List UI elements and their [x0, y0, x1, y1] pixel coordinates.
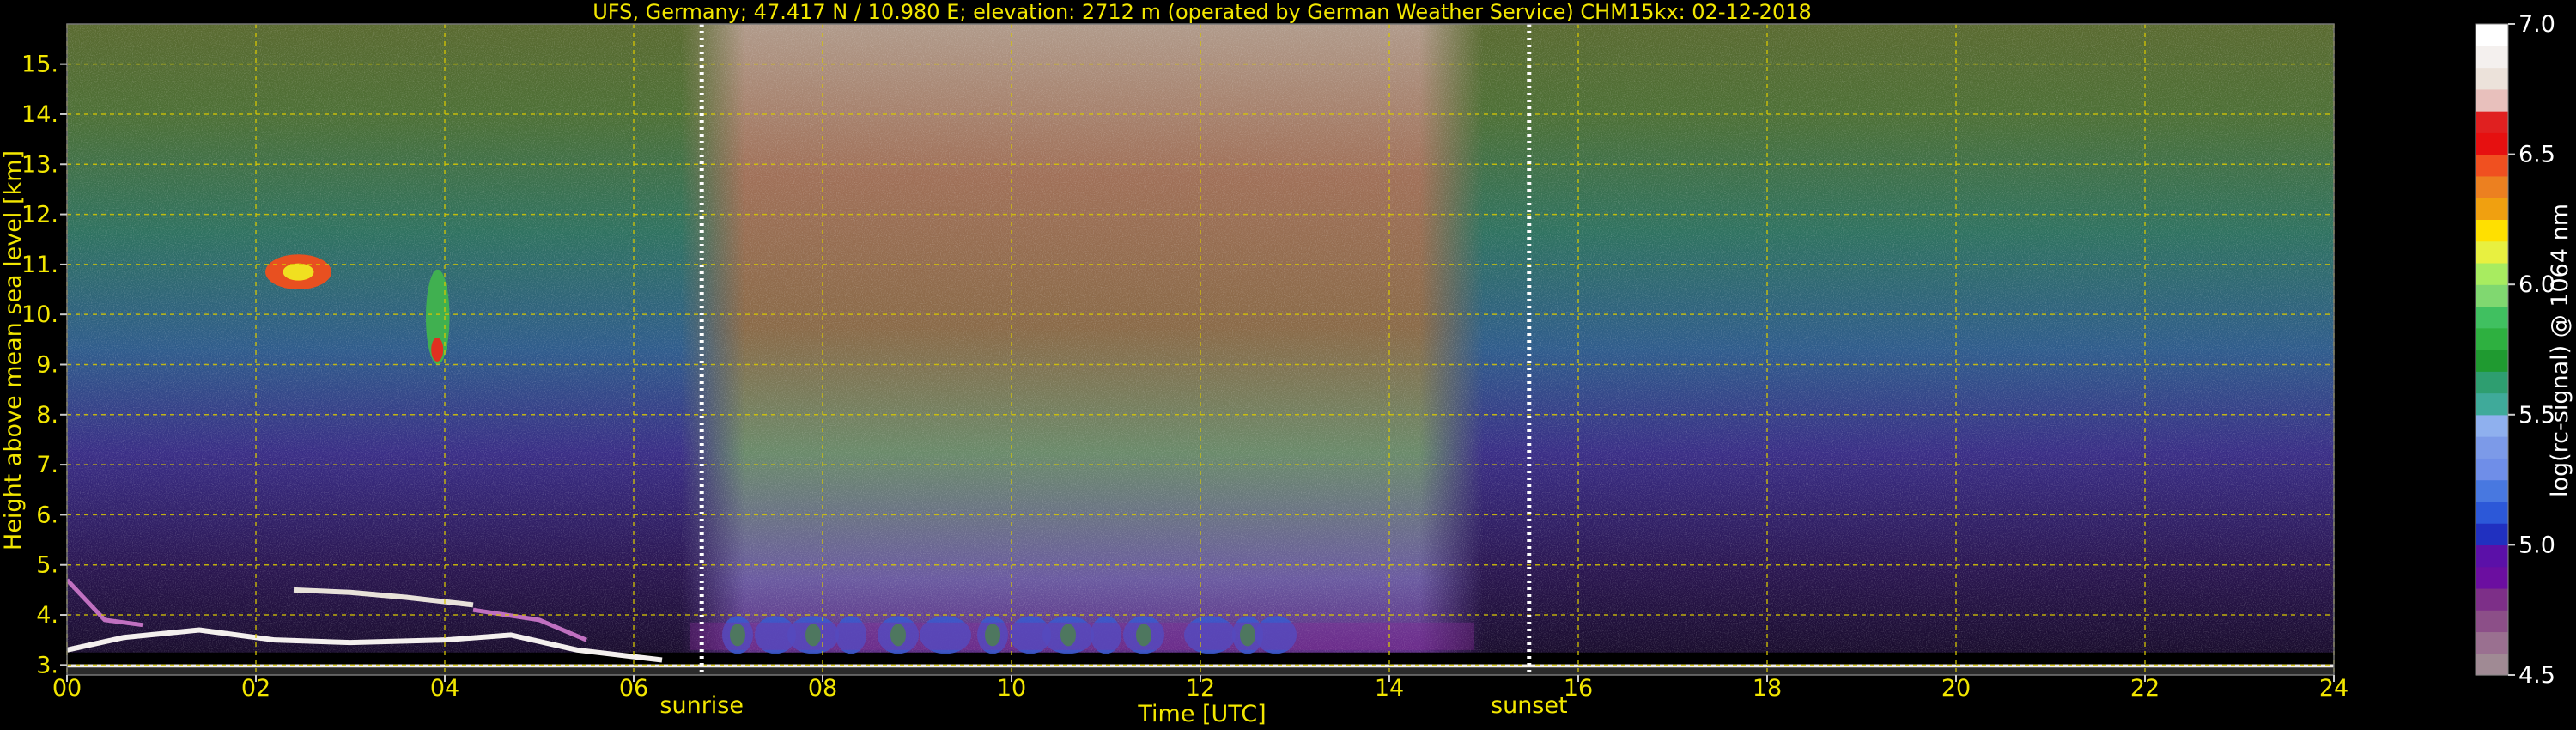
daytime-boundary-layer	[690, 622, 1474, 650]
colorbar-tick-label: 5.0	[2518, 532, 2555, 558]
colorbar-swatch	[2476, 479, 2508, 502]
x-tick-label: 16	[1564, 675, 1593, 702]
x-tick-label: 08	[808, 675, 837, 702]
colorbar-swatch	[2476, 67, 2508, 90]
y-tick-label: 5.	[36, 552, 58, 579]
x-axis: 00 02 04 06 08 10 12 14 16 18 20 22 24	[52, 675, 2348, 702]
colorbar-swatch	[2476, 24, 2508, 46]
x-tick-label: 18	[1753, 675, 1782, 702]
y-tick-label: 11.	[21, 252, 58, 278]
colorbar-swatch	[2476, 219, 2508, 242]
colorbar-swatch	[2476, 566, 2508, 589]
colorbar-swatch	[2476, 46, 2508, 69]
x-tick-label: 24	[2319, 675, 2348, 702]
y-axis: 3.4.5.6.7.8.9.10.11.12.13.14.15.	[21, 52, 67, 678]
colorbar-swatch	[2476, 262, 2508, 285]
colorbar-swatch	[2476, 458, 2508, 481]
y-tick-label: 4.	[36, 602, 58, 629]
y-tick-label: 13.	[21, 151, 58, 178]
x-tick-label: 14	[1375, 675, 1404, 702]
colorbar-swatch	[2476, 631, 2508, 654]
colorbar-tick-label: 6.5	[2518, 142, 2555, 168]
cirrus-core	[283, 263, 314, 281]
x-tick-label: 06	[619, 675, 648, 702]
y-axis-label: Height above mean sea level [km]	[0, 150, 27, 551]
colorbar-swatch	[2476, 306, 2508, 329]
y-tick-label: 10.	[21, 301, 58, 328]
x-tick-label: 04	[430, 675, 459, 702]
x-tick-label: 02	[241, 675, 270, 702]
colorbar-swatch	[2476, 653, 2508, 676]
colorbar-swatch	[2476, 327, 2508, 350]
colorbar-swatch	[2476, 436, 2508, 459]
colorbar-swatch	[2476, 240, 2508, 264]
colorbar-swatch	[2476, 414, 2508, 437]
x-tick-label: 00	[52, 675, 82, 702]
y-tick-label: 14.	[21, 101, 58, 128]
y-tick-label: 12.	[21, 202, 58, 228]
y-tick-label: 15.	[21, 52, 58, 78]
cirrus-core	[431, 338, 444, 362]
sunset-label: sunset	[1491, 692, 1568, 719]
colorbar-swatch	[2476, 175, 2508, 198]
colorbar-swatch	[2476, 523, 2508, 545]
sunrise-label: sunrise	[659, 692, 744, 719]
colorbar-swatch	[2476, 88, 2508, 112]
colorbar-swatch	[2476, 544, 2508, 568]
x-axis-label: Time [UTC]	[1137, 701, 1266, 727]
colorbar-tick-label: 7.0	[2518, 11, 2555, 38]
colorbar-label: log(rc-signal) @ 1064 nm	[2547, 204, 2573, 497]
colorbar-swatch	[2476, 392, 2508, 416]
y-tick-label: 6.	[36, 502, 58, 528]
ceilometer-chart: UFS, Germany; 47.417 N / 10.980 E; eleva…	[0, 0, 2573, 727]
y-tick-label: 9.	[36, 351, 58, 378]
x-tick-label: 22	[2130, 675, 2160, 702]
colorbar-swatch	[2476, 587, 2508, 611]
colorbar-swatch	[2476, 350, 2508, 372]
colorbar-swatch	[2476, 371, 2508, 394]
y-tick-label: 7.	[36, 452, 58, 478]
chart-title: UFS, Germany; 47.417 N / 10.980 E; eleva…	[592, 0, 1812, 24]
colorbar-swatch	[2476, 284, 2508, 307]
colorbar-swatch	[2476, 198, 2508, 220]
colorbar-swatch	[2476, 132, 2508, 155]
colorbar-tick-label: 4.5	[2518, 662, 2555, 689]
y-tick-label: 8.	[36, 402, 58, 429]
colorbar-swatch	[2476, 501, 2508, 524]
sun-annotations: sunrise sunset	[659, 692, 1567, 719]
x-tick-label: 10	[997, 675, 1026, 702]
colorbar: 4.55.05.56.06.57.0	[2475, 11, 2555, 689]
x-tick-label: 12	[1186, 675, 1215, 702]
colorbar-swatch	[2476, 154, 2508, 177]
x-tick-label: 20	[1941, 675, 1971, 702]
colorbar-swatch	[2476, 111, 2508, 133]
colorbar-swatch	[2476, 610, 2508, 633]
